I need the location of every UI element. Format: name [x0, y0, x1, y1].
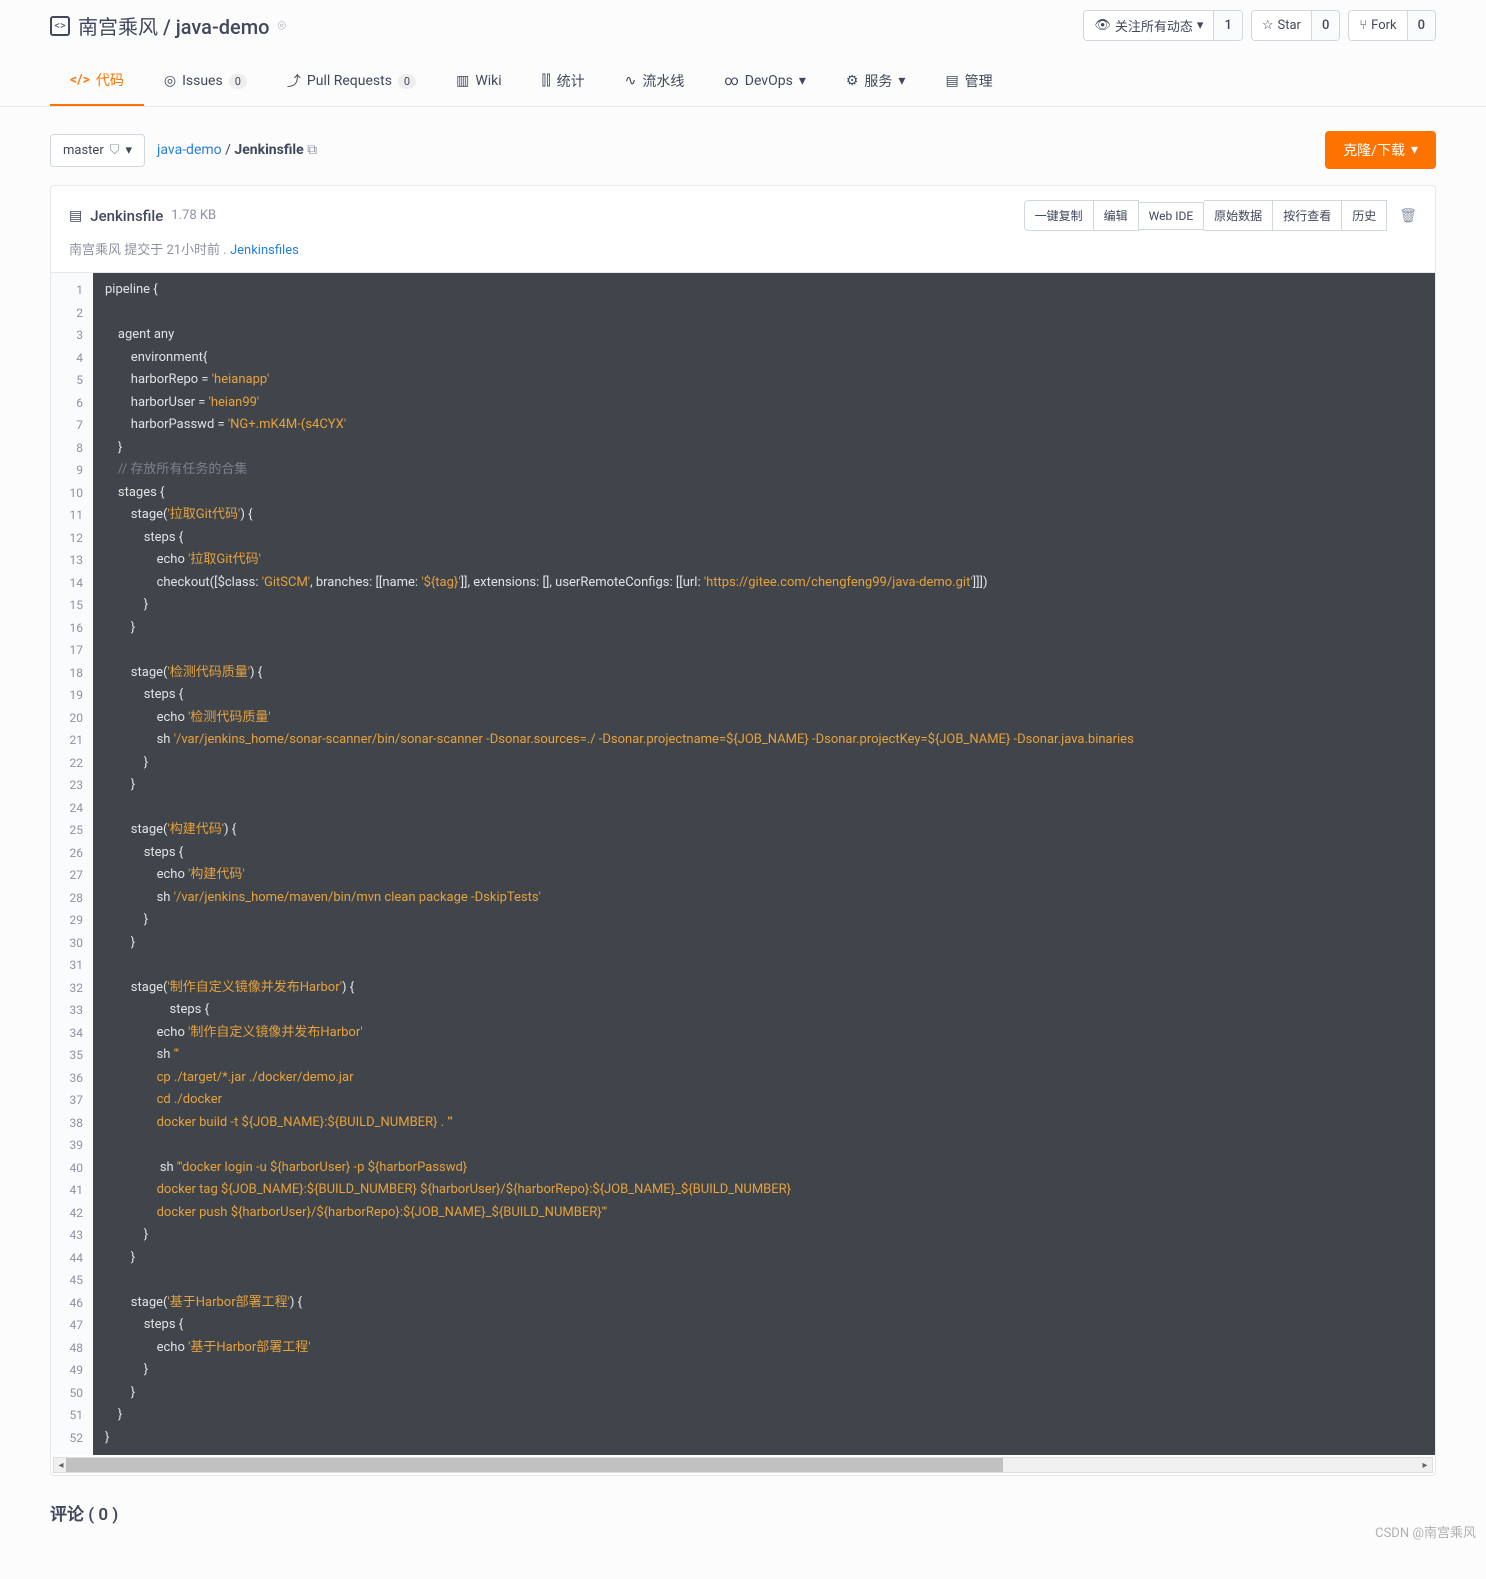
tab-service[interactable]: ⚙ 服务 ▾ — [826, 56, 926, 106]
horizontal-scrollbar[interactable]: ◂ ▸ — [53, 1457, 1433, 1473]
tab-pipeline[interactable]: ∿ 流水线 — [605, 56, 705, 106]
fork-button[interactable]: ⑂Fork 0 — [1348, 10, 1436, 41]
commit-message-link[interactable]: Jenkinsfiles — [230, 243, 299, 258]
tab-devops[interactable]: ∞ DevOps ▾ — [704, 56, 825, 106]
tab-wiki[interactable]: ▥ Wiki — [436, 56, 522, 106]
watch-count[interactable]: 1 — [1213, 11, 1241, 40]
raw-button[interactable]: 原始数据 — [1204, 200, 1273, 231]
watermark: CSDN @南宫乘风 — [1375, 1522, 1476, 1541]
repo-title-row: <> 南宫乘风 / java-demo ⌾ — [50, 11, 286, 40]
eye-icon: 👁 — [1094, 18, 1111, 33]
donate-icon[interactable]: ⌾ — [278, 18, 286, 34]
history-button[interactable]: 历史 — [1342, 200, 1387, 231]
branch-selector[interactable]: master ⛉ ▾ — [50, 134, 145, 167]
repo-tabs: </> 代码 ◎ Issues 0 ⤴ Pull Requests 0 ▥ Wi… — [0, 56, 1486, 107]
tab-issues[interactable]: ◎ Issues 0 — [144, 56, 267, 106]
code-body[interactable]: pipeline { agent any environment{ harbor… — [93, 273, 1435, 1455]
file-icon: ▤ — [69, 208, 82, 224]
line-numbers: 1234567891011121314151617181920212223242… — [51, 273, 93, 1455]
breadcrumb: java-demo / Jenkinsfile ⧉ — [157, 142, 317, 158]
tab-stats[interactable]: ⫿⫿ 统计 — [522, 56, 605, 106]
webide-button[interactable]: Web IDE — [1139, 202, 1205, 230]
file-size: 1.78 KB — [171, 208, 216, 223]
copy-path-icon[interactable]: ⧉ — [307, 142, 317, 158]
tab-code[interactable]: </> 代码 — [50, 56, 144, 106]
file-name: Jenkinsfile — [90, 207, 163, 225]
repo-icon: <> — [50, 16, 70, 36]
file-action-buttons: 一键复制 编辑 Web IDE 原始数据 按行查看 历史 🗑 — [1024, 200, 1417, 231]
star-count[interactable]: 0 — [1311, 11, 1339, 40]
copy-button[interactable]: 一键复制 — [1024, 200, 1094, 231]
comments-heading: 评论 ( 0 ) — [50, 1476, 1436, 1549]
commit-info: 南宫乘风 提交于 21小时前 . Jenkinsfiles — [69, 239, 1417, 258]
delete-icon[interactable]: 🗑 — [1399, 208, 1417, 224]
watch-button[interactable]: 👁关注所有动态 ▾ 1 — [1083, 10, 1242, 41]
repo-title[interactable]: 南宫乘风 / java-demo — [78, 11, 270, 40]
scrollbar-thumb[interactable] — [66, 1458, 1003, 1472]
shield-icon: ⛉ — [110, 143, 120, 158]
tab-pull-requests[interactable]: ⤴ Pull Requests 0 — [267, 56, 436, 106]
breadcrumb-file: Jenkinsfile — [234, 142, 303, 158]
clone-download-button[interactable]: 克隆/下载 ▾ — [1325, 131, 1436, 169]
fork-icon: ⑂ — [1359, 18, 1367, 33]
edit-button[interactable]: 编辑 — [1094, 200, 1139, 231]
tab-manage[interactable]: ▤ 管理 — [925, 56, 1012, 106]
breadcrumb-root[interactable]: java-demo — [157, 142, 222, 158]
star-button[interactable]: ☆Star 0 — [1251, 10, 1341, 41]
blame-button[interactable]: 按行查看 — [1273, 200, 1342, 231]
scroll-right-icon[interactable]: ▸ — [1418, 1458, 1432, 1472]
code-viewer: 1234567891011121314151617181920212223242… — [51, 273, 1435, 1455]
star-icon: ☆ — [1262, 18, 1274, 33]
fork-count[interactable]: 0 — [1407, 11, 1435, 40]
